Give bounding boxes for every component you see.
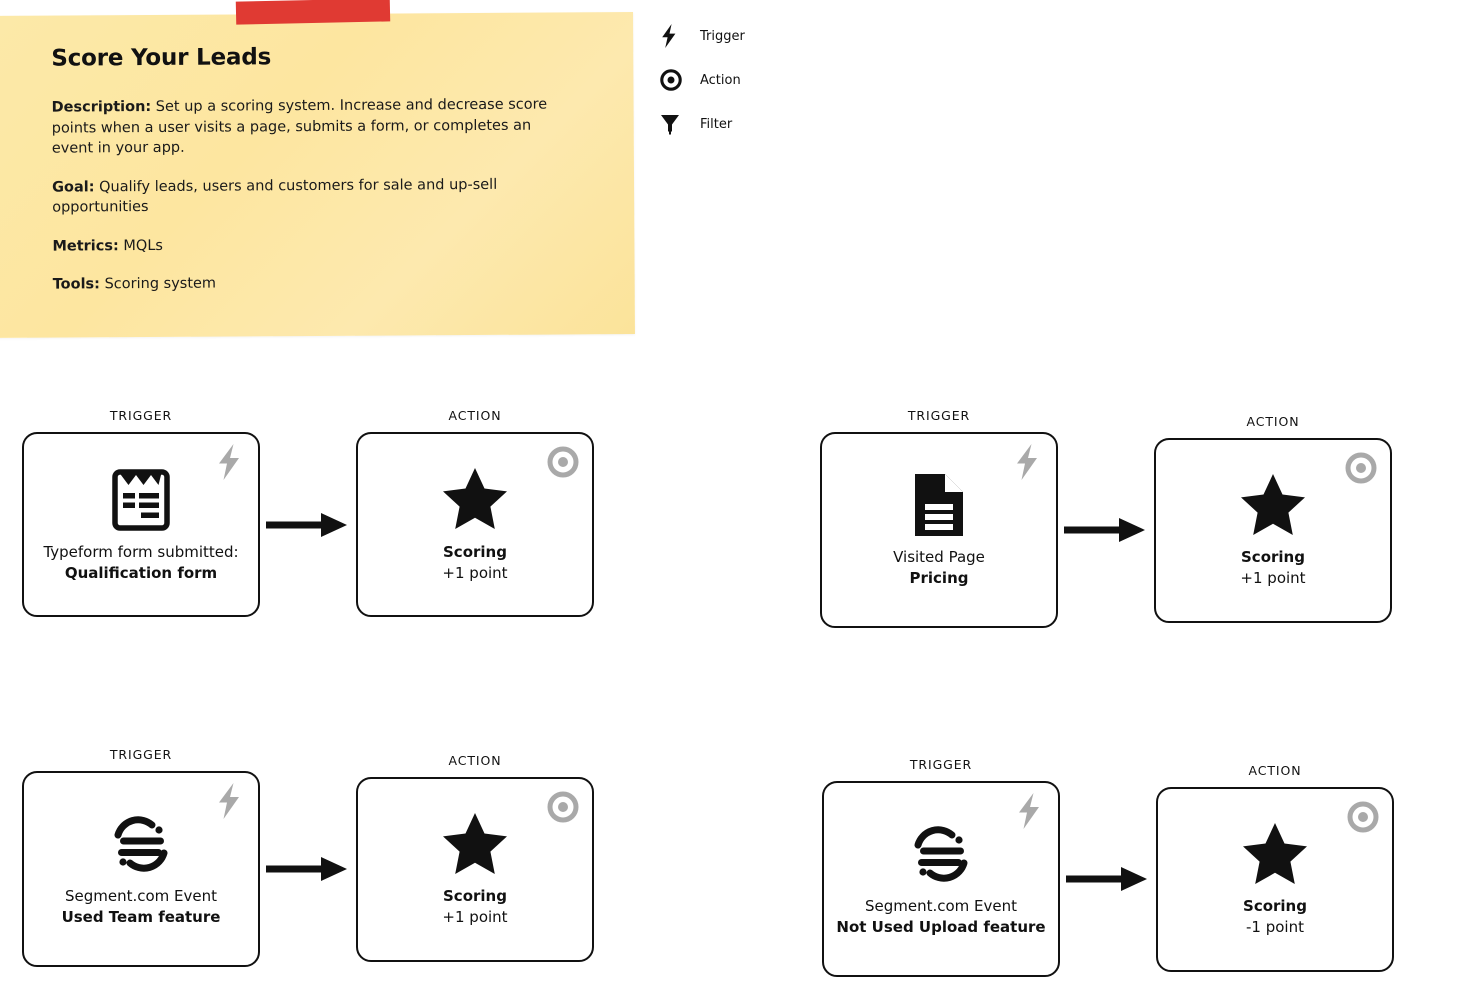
flow-2-action-line1: Scoring (1241, 548, 1305, 566)
star-icon (441, 808, 509, 880)
flow-2-action-node: ACTION Scoring +1 point (1154, 414, 1392, 623)
flow-3-trigger-kicker: TRIGGER (109, 747, 173, 762)
flow-row-1: TRIGGER Typeform form submitted: Qualifi… (22, 408, 594, 617)
flow-row-2: TRIGGER Visited Page Pricing ACTION Scor… (820, 408, 1392, 628)
flow-4-trigger-card[interactable]: Segment.com Event Not Used Upload featur… (822, 781, 1060, 977)
sticky-note: Score Your Leads Description: Set up a s… (0, 12, 635, 338)
star-icon (441, 464, 509, 536)
note-description: Description: Set up a scoring system. In… (52, 95, 552, 160)
flow-1-action-kicker: ACTION (448, 408, 502, 423)
flow-4-action-line1: Scoring (1243, 897, 1307, 915)
note-goal: Goal: Qualify leads, users and customers… (52, 174, 552, 218)
target-bullseye-icon (546, 445, 580, 479)
lightning-bolt-icon (212, 444, 246, 480)
legend-item-filter: Filter (660, 106, 860, 142)
legend-label-trigger: Trigger (700, 28, 745, 44)
flow-4-trigger-line1: Segment.com Event (864, 897, 1018, 915)
flow-2-trigger-text: Visited Page Pricing (893, 547, 985, 589)
star-icon (1241, 818, 1309, 890)
flow-4-action-line2: -1 point (1246, 918, 1304, 936)
star-icon (1239, 469, 1307, 541)
flow-2-trigger-kicker: TRIGGER (907, 408, 971, 423)
arrow-right-icon (260, 856, 356, 882)
flow-row-4: TRIGGER Segment.com Event Not Used Uploa… (822, 757, 1394, 977)
flow-1-trigger-text: Typeform form submitted: Qualification f… (43, 542, 238, 584)
flow-3-action-line2: +1 point (442, 908, 508, 926)
legend-item-trigger: Trigger (660, 18, 860, 54)
flow-1-action-card[interactable]: Scoring +1 point (356, 432, 594, 617)
legend-label-filter: Filter (700, 116, 733, 132)
arrow-right-icon (1060, 866, 1156, 892)
note-goal-text: Qualify leads, users and customers for s… (52, 176, 498, 216)
segment-logo-icon (106, 808, 176, 880)
flow-3-trigger-line2: Used Team feature (61, 908, 221, 926)
legend: Trigger Action Filter (660, 18, 860, 150)
flow-2-action-line2: +1 point (1240, 569, 1306, 587)
flow-1-action-node: ACTION Scoring +1 point (356, 408, 594, 617)
flow-2-action-kicker: ACTION (1246, 413, 1300, 429)
flow-2-action-card[interactable]: Scoring +1 point (1154, 437, 1392, 623)
lightning-bolt-icon (1012, 793, 1046, 829)
red-tape-decoration (235, 0, 391, 25)
target-bullseye-icon (660, 69, 690, 91)
flow-3-action-text: Scoring +1 point (442, 886, 507, 928)
note-description-label: Description: (51, 98, 152, 116)
target-bullseye-icon (1346, 800, 1380, 834)
flow-2-action-text: Scoring +1 point (1240, 547, 1305, 589)
lightning-bolt-icon (212, 783, 246, 819)
flow-1-action-line1: Scoring (443, 542, 507, 561)
flow-4-action-kicker: ACTION (1248, 762, 1302, 778)
target-bullseye-icon (546, 790, 580, 824)
lightning-bolt-icon (660, 24, 690, 48)
flow-2-trigger-line2: Pricing (909, 569, 969, 587)
flow-2-trigger-card[interactable]: Visited Page Pricing (820, 432, 1058, 628)
segment-logo-icon (906, 818, 976, 890)
lightning-bolt-icon (1010, 444, 1044, 480)
flow-4-action-card[interactable]: Scoring -1 point (1156, 786, 1394, 972)
page-title: Score Your Leads (51, 44, 272, 72)
target-bullseye-icon (1344, 451, 1378, 485)
note-metrics-text: MQLs (118, 237, 163, 254)
arrow-right-icon (1058, 517, 1154, 543)
flow-1-action-text: Scoring +1 point (442, 542, 507, 584)
flow-2-trigger-line1: Visited Page (893, 548, 985, 566)
legend-label-action: Action (700, 72, 741, 88)
flow-1-trigger-node: TRIGGER Typeform form submitted: Qualifi… (22, 408, 260, 617)
legend-item-action: Action (660, 62, 860, 98)
note-tools-label: Tools: (52, 276, 101, 293)
note-goal-label: Goal: (52, 178, 95, 196)
arrow-right-icon (260, 512, 356, 538)
funnel-filter-icon (660, 113, 690, 135)
flow-3-action-card[interactable]: Scoring +1 point (356, 776, 594, 962)
flow-1-action-line2: +1 point (442, 563, 508, 582)
flow-4-trigger-kicker: TRIGGER (909, 757, 973, 772)
flow-3-trigger-line1: Segment.com Event (64, 887, 218, 905)
note-metrics-label: Metrics: (52, 237, 119, 255)
typeform-clipboard-icon (112, 464, 170, 536)
flow-row-3: TRIGGER Segment.com Event Used Team feat… (22, 747, 594, 967)
flow-1-trigger-line2: Qualification form (64, 563, 218, 582)
flow-1-trigger-kicker: TRIGGER (109, 408, 173, 423)
flow-3-trigger-node: TRIGGER Segment.com Event Used Team feat… (22, 747, 260, 967)
flow-4-action-text: Scoring -1 point (1243, 896, 1307, 938)
document-page-icon (911, 469, 967, 541)
flow-2-trigger-node: TRIGGER Visited Page Pricing (820, 408, 1058, 628)
note-metrics: Metrics: MQLs (52, 233, 552, 257)
flow-4-trigger-node: TRIGGER Segment.com Event Not Used Uploa… (822, 757, 1060, 977)
note-tools: Tools: Scoring system (53, 272, 553, 296)
flow-1-trigger-card[interactable]: Typeform form submitted: Qualification f… (22, 432, 260, 617)
flow-3-action-line1: Scoring (443, 887, 507, 905)
flow-4-action-node: ACTION Scoring -1 point (1156, 763, 1394, 972)
flow-3-trigger-card[interactable]: Segment.com Event Used Team feature (22, 771, 260, 967)
flow-4-trigger-line2: Not Used Upload feature (836, 918, 1046, 936)
note-tools-text: Scoring system (99, 275, 217, 293)
flow-3-action-kicker: ACTION (448, 752, 502, 768)
flow-4-trigger-text: Segment.com Event Not Used Upload featur… (836, 896, 1045, 938)
flow-3-trigger-text: Segment.com Event Used Team feature (62, 886, 221, 928)
flow-3-action-node: ACTION Scoring +1 point (356, 753, 594, 962)
flow-1-trigger-line1: Typeform form submitted: (43, 542, 239, 561)
